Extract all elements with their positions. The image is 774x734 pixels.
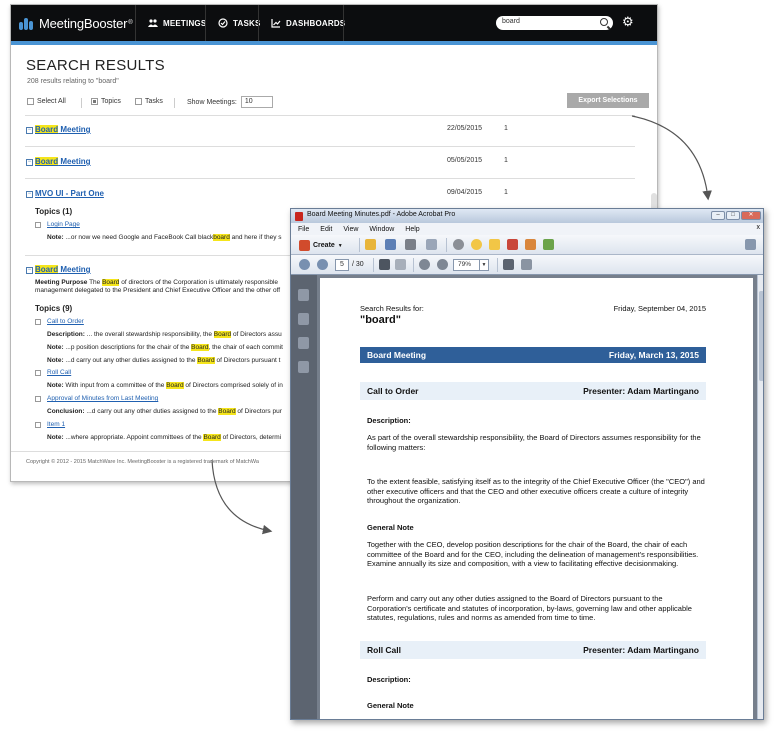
toolbar-divider bbox=[497, 258, 498, 272]
create-label: Create bbox=[313, 242, 335, 249]
toolbar-divider bbox=[413, 258, 414, 272]
maximize-icon[interactable]: □ bbox=[726, 211, 740, 220]
previous-page-icon[interactable] bbox=[299, 259, 310, 270]
general-note-heading: General Note bbox=[367, 701, 414, 710]
menu-edit[interactable]: Edit bbox=[320, 226, 332, 233]
menu-help[interactable]: Help bbox=[405, 226, 419, 233]
zoom-select[interactable]: 79% ▼ bbox=[453, 259, 489, 271]
acrobat-toolbar-navigation: 5 / 30 79% ▼ bbox=[291, 255, 763, 275]
sign-icon[interactable] bbox=[507, 239, 518, 250]
topic-title: Call to Order bbox=[367, 386, 419, 396]
close-icon[interactable]: ✕ bbox=[741, 211, 761, 220]
menu-file[interactable]: File bbox=[298, 226, 309, 233]
acrobat-window-title: Board Meeting Minutes.pdf - Adobe Acroba… bbox=[307, 211, 456, 218]
fit-page-icon[interactable] bbox=[503, 259, 514, 270]
select-cursor-icon[interactable] bbox=[379, 259, 390, 270]
search-results-label: Search Results for: bbox=[360, 304, 424, 313]
description-heading: Description: bbox=[367, 675, 411, 684]
comment-icon[interactable] bbox=[471, 239, 482, 250]
create-button[interactable]: Create ▼ bbox=[299, 239, 343, 252]
note-paragraph: Perform and carry out any other duties a… bbox=[367, 594, 692, 622]
description-heading: Description: bbox=[367, 416, 411, 425]
export-date: Friday, September 04, 2015 bbox=[613, 304, 706, 313]
description-paragraph: As part of the overall stewardship respo… bbox=[367, 433, 701, 452]
pdf-page: Search Results for: "board" Friday, Sept… bbox=[320, 278, 753, 719]
fit-width-icon[interactable] bbox=[521, 259, 532, 270]
toolbar-divider bbox=[373, 258, 374, 272]
navigation-pane bbox=[291, 275, 317, 719]
description-paragraph: To the extent feasible, satisfying itsel… bbox=[367, 477, 705, 505]
print-icon[interactable] bbox=[405, 239, 416, 250]
export-icon[interactable] bbox=[525, 239, 536, 250]
bookmark-icon[interactable] bbox=[298, 313, 309, 325]
topic-header-bar: Call to Order Presenter: Adam Martingano bbox=[360, 382, 706, 400]
zoom-in-icon[interactable] bbox=[437, 259, 448, 270]
scrollbar-thumb[interactable] bbox=[759, 291, 763, 381]
topic-title: Roll Call bbox=[367, 645, 402, 655]
arrow-from-results bbox=[211, 459, 273, 535]
signature-icon[interactable] bbox=[298, 361, 309, 373]
pdf-icon bbox=[295, 212, 303, 221]
expand-icon[interactable] bbox=[745, 239, 756, 250]
topic-presenter: Presenter: Adam Martingano bbox=[583, 645, 699, 655]
open-folder-icon[interactable] bbox=[365, 239, 376, 250]
zoom-value: 79% bbox=[458, 261, 472, 268]
meeting-header-bar: Board Meeting Friday, March 13, 2015 bbox=[360, 347, 706, 363]
toolbar-divider bbox=[446, 238, 447, 252]
page-total: / 30 bbox=[352, 261, 364, 268]
page-number-input[interactable]: 5 bbox=[335, 259, 349, 271]
pages-icon[interactable] bbox=[298, 289, 309, 301]
next-page-icon[interactable] bbox=[317, 259, 328, 270]
window-controls: – □ ✕ bbox=[710, 211, 761, 220]
create-icon bbox=[299, 240, 310, 251]
general-note-heading: General Note bbox=[367, 523, 414, 532]
highlight-icon[interactable] bbox=[489, 239, 500, 250]
chevron-down-icon: ▼ bbox=[337, 242, 343, 249]
menu-view[interactable]: View bbox=[343, 226, 358, 233]
chevron-down-icon[interactable]: ▼ bbox=[479, 260, 488, 270]
note-paragraph: Together with the CEO, develop position … bbox=[367, 540, 699, 568]
meeting-title: Board Meeting bbox=[367, 350, 427, 360]
topic-header-bar: Roll Call Presenter: Adam Martingano bbox=[360, 641, 706, 659]
acrobat-menubar: File Edit View Window Help x bbox=[291, 223, 763, 235]
email-icon[interactable] bbox=[426, 239, 437, 250]
meeting-date: Friday, March 13, 2015 bbox=[608, 350, 699, 360]
search-query: "board" bbox=[360, 314, 401, 326]
arrow-to-pdf bbox=[631, 115, 712, 201]
document-scrollbar[interactable] bbox=[757, 275, 763, 719]
minimize-icon[interactable]: – bbox=[711, 211, 725, 220]
acrobat-toolbar-primary: Create ▼ bbox=[291, 235, 763, 255]
save-icon[interactable] bbox=[385, 239, 396, 250]
topic-presenter: Presenter: Adam Martingano bbox=[583, 386, 699, 396]
attachment-icon[interactable] bbox=[298, 337, 309, 349]
zoom-out-icon[interactable] bbox=[419, 259, 430, 270]
acrobat-window: Board Meeting Minutes.pdf - Adobe Acroba… bbox=[290, 208, 764, 720]
settings-icon[interactable] bbox=[453, 239, 464, 250]
menu-window[interactable]: Window bbox=[369, 226, 394, 233]
toolbar-divider bbox=[359, 238, 360, 252]
hand-tool-icon[interactable] bbox=[395, 259, 406, 270]
share-icon[interactable] bbox=[543, 239, 554, 250]
menu-close-icon[interactable]: x bbox=[757, 224, 761, 231]
acrobat-titlebar: Board Meeting Minutes.pdf - Adobe Acroba… bbox=[291, 209, 763, 223]
